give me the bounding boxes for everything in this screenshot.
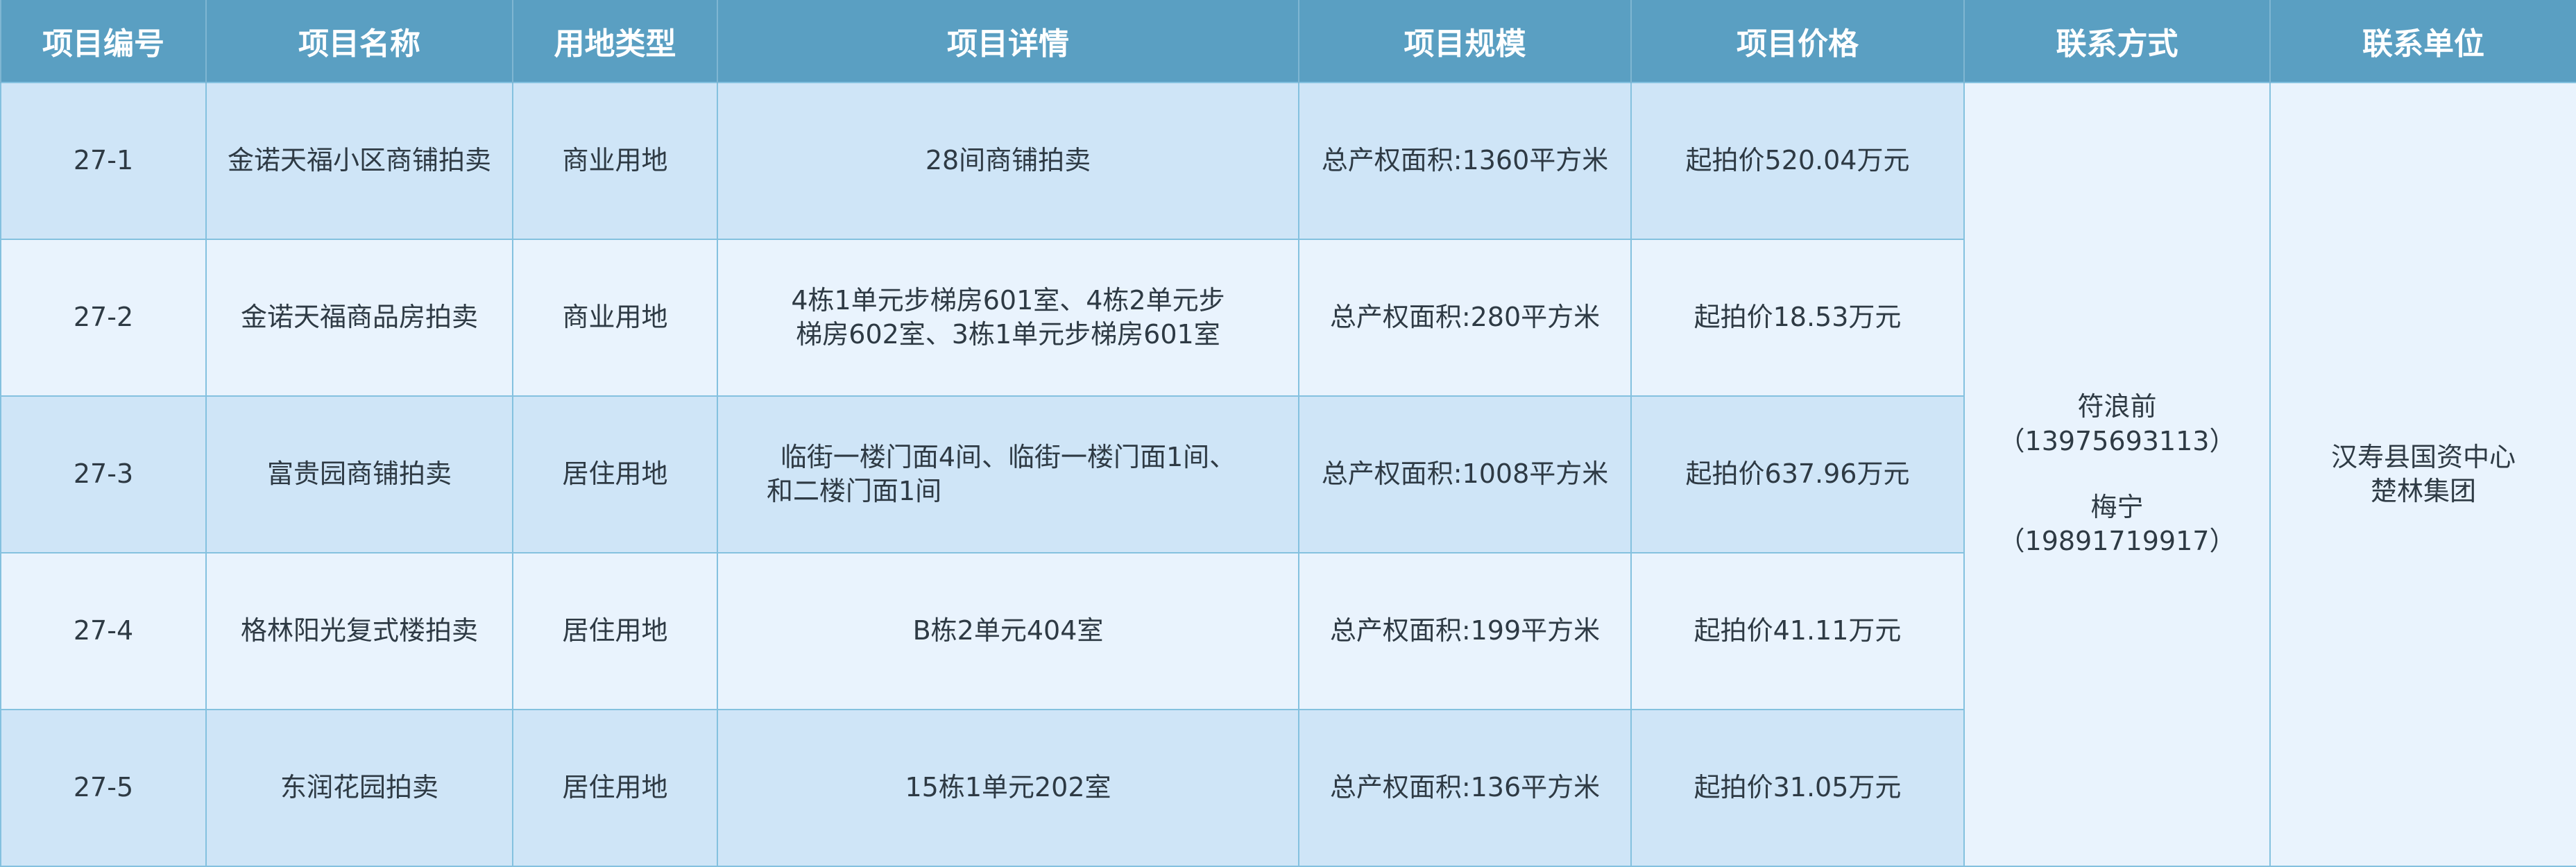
table-row: 27-1 金诺天福小区商铺拍卖 商业用地 28间商铺拍卖 总产权面积:1360平… <box>0 82 2576 867</box>
cell-project-price: 起拍价31.05万元 <box>1630 709 1965 867</box>
unit-line-1: 汉寿县国资中心 <box>2330 441 2516 472</box>
header-project-name: 项目名称 <box>205 0 513 83</box>
table-header-row: 项目编号 项目名称 用地类型 项目详情 项目规模 项目价格 联系方式 联系单位 <box>0 0 2576 83</box>
cell-project-price: 起拍价637.96万元 <box>1630 395 1965 553</box>
cell-project-name: 金诺天福商品房拍卖 <box>205 239 513 397</box>
cell-project-id: 27-3 <box>0 395 207 553</box>
cell-project-scale: 总产权面积:136平方米 <box>1298 709 1632 867</box>
cell-project-scale: 总产权面积:1360平方米 <box>1298 82 1632 240</box>
detail-line: 临街一楼门面4间、临街一楼门面1间、 <box>780 441 1236 472</box>
auction-table: 项目编号 项目名称 用地类型 项目详情 项目规模 项目价格 联系方式 联系单位 … <box>0 0 2576 867</box>
detail-line: 梯房602室、3栋1单元步梯房601室 <box>796 319 1220 350</box>
header-contact: 联系方式 <box>1963 0 2271 83</box>
contact-phone-2: （19891719917） <box>1998 526 2236 557</box>
cell-project-detail: 15栋1单元202室 <box>717 709 1299 867</box>
detail-line: 15栋1单元202室 <box>905 772 1111 803</box>
contact-phone-1: （13975693113） <box>1998 425 2236 456</box>
cell-project-price: 起拍价18.53万元 <box>1630 239 1965 397</box>
cell-land-type: 居住用地 <box>512 395 718 553</box>
cell-contact-unit: 汉寿县国资中心 楚林集团 <box>2269 82 2576 867</box>
header-project-id: 项目编号 <box>0 0 207 83</box>
cell-project-detail: 4栋1单元步梯房601室、4栋2单元步 梯房602室、3栋1单元步梯房601室 <box>717 239 1299 397</box>
cell-project-name: 富贵园商铺拍卖 <box>205 395 513 553</box>
cell-project-id: 27-2 <box>0 239 207 397</box>
unit-line-2: 楚林集团 <box>2370 476 2476 506</box>
header-project-scale: 项目规模 <box>1298 0 1632 83</box>
cell-project-id: 27-1 <box>0 82 207 240</box>
detail-line: 28间商铺拍卖 <box>925 145 1091 176</box>
cell-project-price: 起拍价520.04万元 <box>1630 82 1965 240</box>
cell-land-type: 商业用地 <box>512 82 718 240</box>
cell-land-type: 居住用地 <box>512 709 718 867</box>
header-project-detail: 项目详情 <box>717 0 1299 83</box>
detail-line: 4栋1单元步梯房601室、4栋2单元步 <box>791 284 1225 316</box>
cell-project-detail: 临街一楼门面4间、临街一楼门面1间、 和二楼门面1间 <box>717 395 1299 553</box>
header-contact-unit: 联系单位 <box>2269 0 2576 83</box>
cell-project-scale: 总产权面积:1008平方米 <box>1298 395 1632 553</box>
contact-person-1: 符浪前 <box>2077 391 2157 422</box>
cell-project-price: 起拍价41.11万元 <box>1630 552 1965 710</box>
header-land-type: 用地类型 <box>512 0 718 83</box>
cell-land-type: 商业用地 <box>512 239 718 397</box>
cell-contact: 符浪前 （13975693113） 梅宁 （19891719917） <box>1963 82 2271 867</box>
cell-project-detail: 28间商铺拍卖 <box>717 82 1299 240</box>
detail-line: B栋2单元404室 <box>912 615 1104 646</box>
detail-line: 和二楼门面1间 <box>767 476 942 506</box>
cell-project-id: 27-5 <box>0 709 207 867</box>
cell-land-type: 居住用地 <box>512 552 718 710</box>
cell-project-name: 格林阳光复式楼拍卖 <box>205 552 513 710</box>
cell-project-name: 金诺天福小区商铺拍卖 <box>205 82 513 240</box>
cell-project-id: 27-4 <box>0 552 207 710</box>
cell-project-name: 东润花园拍卖 <box>205 709 513 867</box>
cell-project-scale: 总产权面积:280平方米 <box>1298 239 1632 397</box>
header-project-price: 项目价格 <box>1630 0 1965 83</box>
contact-person-2: 梅宁 <box>2090 492 2144 522</box>
cell-project-scale: 总产权面积:199平方米 <box>1298 552 1632 710</box>
cell-project-detail: B栋2单元404室 <box>717 552 1299 710</box>
